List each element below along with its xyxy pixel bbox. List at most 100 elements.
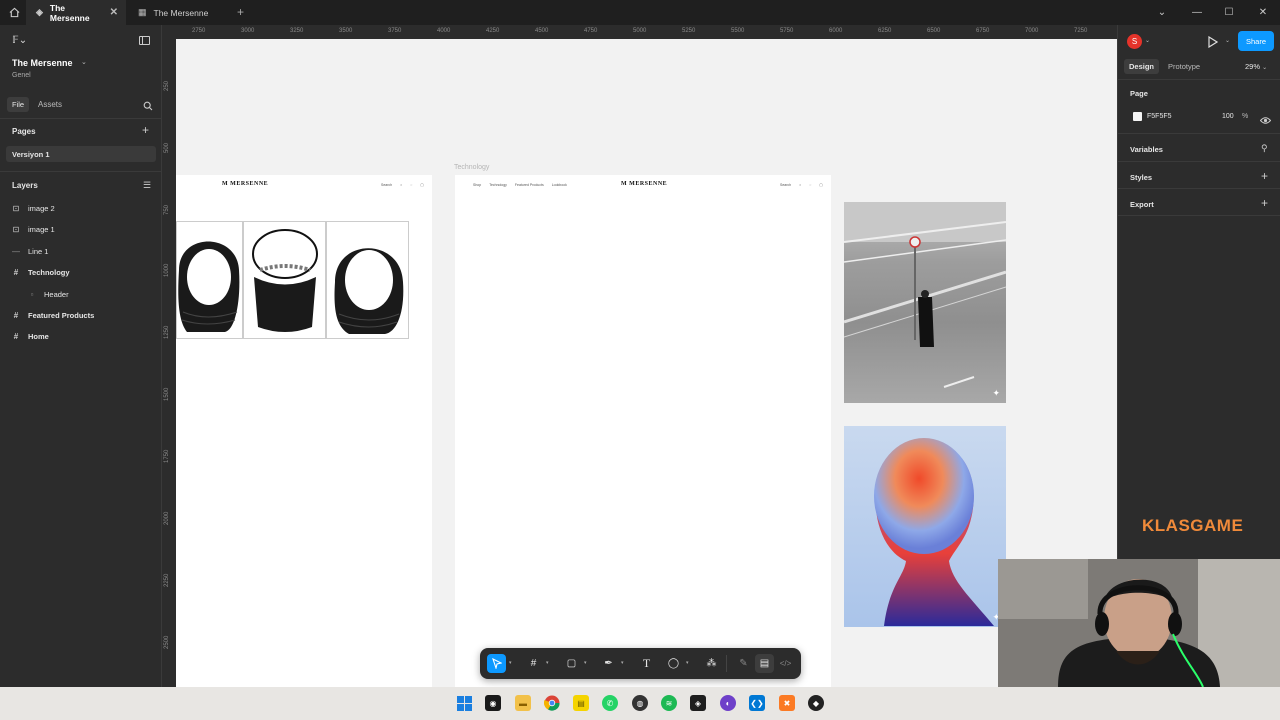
tab-assets[interactable]: Assets [38, 100, 62, 109]
page-color-swatch[interactable] [1133, 112, 1142, 121]
tab-design[interactable]: Design [1124, 59, 1160, 74]
start-windows-icon[interactable] [456, 695, 472, 711]
layer-line-1[interactable]: — Line 1 [12, 247, 48, 256]
obs-icon[interactable]: ◍ [632, 695, 648, 711]
handbag-image [178, 241, 240, 332]
add-export-icon[interactable]: + [1261, 196, 1268, 210]
new-tab-icon[interactable]: + [237, 5, 244, 19]
sticky-notes-icon[interactable]: ▤ [573, 695, 589, 711]
image-1-thermal-head[interactable]: ✦ [844, 426, 1006, 627]
frame-label[interactable]: Technology [454, 164, 489, 171]
product-card[interactable] [243, 221, 326, 339]
vscode-icon[interactable]: ❮❯ [749, 695, 765, 711]
avatar[interactable]: S [1127, 34, 1142, 49]
pages-title: Pages [12, 127, 36, 136]
minimize-icon[interactable]: — [1180, 0, 1214, 25]
layer-technology[interactable]: # Technology [12, 268, 70, 277]
frame-technology[interactable]: Shop Technology Featured Products Lookbo… [455, 175, 831, 687]
tab-label: The Mersenne [49, 2, 90, 23]
sidebar-toggle-icon[interactable] [139, 36, 150, 45]
frame-tool-button[interactable]: # [524, 654, 543, 673]
actions-button[interactable]: ⁂ [702, 654, 721, 673]
add-page-icon[interactable]: + [142, 123, 149, 137]
draw-mode-button[interactable]: ✎ [734, 654, 753, 673]
github-icon[interactable]: ◐ [720, 695, 736, 711]
share-button[interactable]: Share [1238, 31, 1274, 51]
search-icon[interactable] [143, 98, 153, 116]
layer-header[interactable]: ▫ Header [28, 290, 69, 299]
add-style-icon[interactable]: + [1261, 169, 1268, 183]
figma-app-icon[interactable]: ◈ [690, 695, 706, 711]
move-tool-button[interactable] [487, 654, 506, 673]
image-fill-icon: ✦ [992, 388, 1000, 398]
whatsapp-icon[interactable]: ✆ [602, 695, 618, 711]
project-name[interactable]: Genel [12, 72, 31, 79]
chevron-down-icon[interactable]: ▾ [546, 660, 549, 666]
file-explorer-icon[interactable]: ▬ [515, 695, 531, 711]
chevron-down-icon[interactable]: ⌄ [1145, 0, 1179, 25]
tab-the-mersenne-active[interactable]: ◈ The Mersenne ✕ [26, 0, 126, 25]
page-item-versiyon-1[interactable]: Versiyon 1 [6, 146, 156, 162]
page-item-label: Versiyon 1 [12, 150, 50, 159]
chevron-down-icon[interactable]: ▾ [509, 660, 512, 666]
page-color-hex[interactable]: F5F5F5 [1147, 113, 1172, 120]
ruler-tick-label: 1250 [164, 325, 170, 339]
spotify-icon[interactable]: ≋ [661, 695, 677, 711]
avatar-chevron-icon[interactable]: ⌄ [1145, 37, 1150, 44]
frame-icon: # [13, 268, 19, 277]
chevron-down-icon[interactable]: ▾ [584, 660, 587, 666]
ruler-tick-label: 6250 [878, 28, 892, 34]
tab-the-mersenne[interactable]: ▦ The Mersenne [128, 0, 228, 25]
page-opacity[interactable]: 100 [1222, 113, 1234, 120]
ruler-tick-label: 1000 [164, 263, 170, 277]
chevron-down-icon[interactable]: ▾ [686, 660, 689, 666]
image-icon: ⊡ [12, 225, 20, 234]
home-icon[interactable] [8, 6, 20, 18]
layers-list-icon[interactable]: ☰ [143, 180, 151, 191]
dev-mode-button[interactable]: </> [776, 654, 795, 673]
present-play-icon[interactable] [1208, 35, 1219, 53]
chevron-down-icon[interactable]: ▾ [621, 660, 624, 666]
close-icon[interactable]: ✕ [110, 7, 118, 18]
product-card[interactable] [176, 221, 243, 339]
tools-toolbar: ▾ # ▾ ▢ ▾ ✒ ▾ T ◯ ▾ ⁂ ✎ ▤ </> [480, 648, 801, 679]
design-canvas[interactable]: M MERSENNE Search ○ ◌ ▢ Technology Shop … [162, 25, 1117, 687]
text-tool-button[interactable]: T [637, 654, 656, 673]
tab-file[interactable]: File [7, 97, 30, 112]
visibility-eye-icon[interactable] [1259, 112, 1272, 130]
layer-home[interactable]: # Home [12, 332, 49, 341]
window-close-icon[interactable]: ✕ [1246, 0, 1280, 25]
zoom-level[interactable]: 29% ⌄ [1245, 62, 1267, 71]
ruler-left: 250 500 750 1000 1250 1500 1750 2000 2250 2500 [162, 39, 176, 687]
text-icon: T [642, 656, 651, 670]
variables-settings-icon[interactable]: ⚲ [1261, 143, 1268, 154]
ruler-tick-label: 500 [164, 142, 170, 153]
camera-app-icon[interactable]: ◉ [485, 695, 501, 711]
layer-image-2[interactable]: ⊡ image 2 [12, 204, 55, 213]
file-menu-chevron-icon[interactable]: ⌄ [81, 58, 87, 66]
shape-tool-button[interactable]: ▢ [562, 654, 581, 673]
figma-file-icon: ◈ [36, 7, 43, 17]
left-sidebar: 𝔽⌄ The Mersenne ⌄ Genel File Assets Page… [0, 25, 162, 687]
ruler-tick-label: 2000 [164, 511, 170, 525]
variables-section[interactable]: Variables [1130, 145, 1163, 154]
pen-tool-button[interactable]: ✒ [599, 654, 618, 673]
xampp-icon[interactable]: ✖ [779, 695, 795, 711]
unity-icon[interactable]: ◆ [808, 695, 824, 711]
chrome-icon[interactable] [544, 695, 560, 711]
present-chevron-icon[interactable]: ⌄ [1225, 37, 1230, 44]
layer-featured-products[interactable]: # Featured Products [12, 311, 95, 320]
styles-section[interactable]: Styles [1130, 173, 1152, 182]
comment-tool-button[interactable]: ◯ [664, 654, 683, 673]
maximize-icon[interactable]: ☐ [1212, 0, 1246, 25]
product-card[interactable] [326, 221, 409, 339]
design-mode-button[interactable]: ▤ [755, 654, 774, 673]
tab-prototype[interactable]: Prototype [1168, 62, 1200, 71]
ruler-tick-label: 3500 [339, 28, 353, 34]
image-2-street-photo[interactable]: ✦ [844, 202, 1006, 403]
main-menu-icon[interactable]: 𝔽⌄ [12, 35, 27, 46]
layer-image-1[interactable]: ⊡ image 1 [12, 225, 55, 234]
frame-featured-products[interactable]: M MERSENNE Search ○ ◌ ▢ [176, 175, 432, 687]
file-name[interactable]: The Mersenne [12, 58, 73, 68]
export-section[interactable]: Export [1130, 200, 1154, 209]
